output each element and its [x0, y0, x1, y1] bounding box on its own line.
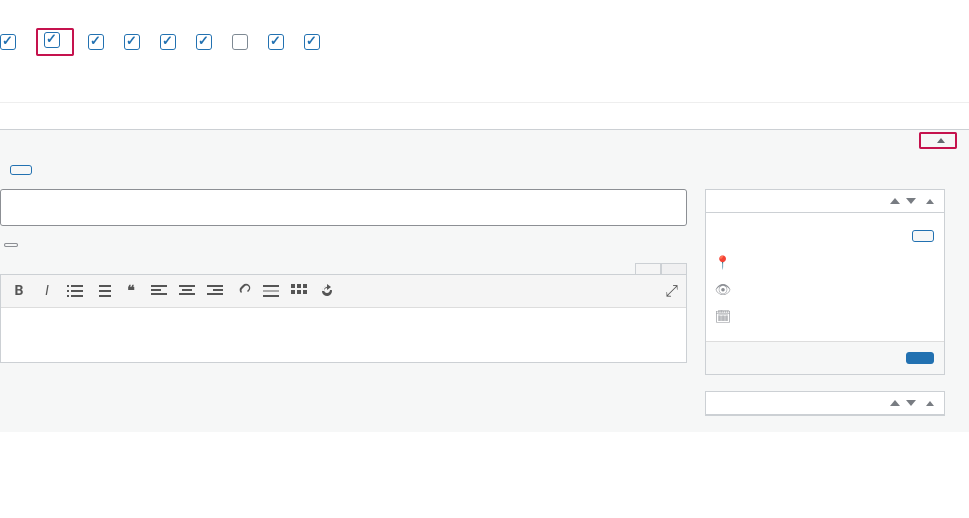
visibility-row: 👁 — [716, 277, 934, 304]
sidebar: 📍 👁 🗓 — [705, 189, 945, 432]
edit-slug-button[interactable] — [4, 243, 18, 247]
publish-metabox: 📍 👁 🗓 — [705, 189, 945, 375]
fullscreen-icon[interactable]: ⤢ — [665, 281, 678, 301]
align-center-icon[interactable] — [177, 281, 197, 301]
quote-icon[interactable]: ❝ — [121, 281, 141, 301]
checkbox-excerpt[interactable] — [124, 34, 146, 50]
align-right-icon[interactable] — [205, 281, 225, 301]
checkbox-input[interactable] — [44, 32, 60, 48]
screen-options-tab[interactable] — [919, 132, 957, 149]
checkbox-input[interactable] — [88, 34, 104, 50]
checkbox-featured-image[interactable] — [88, 34, 110, 50]
editor-toolbar: B I ❝ ⤢ — [1, 275, 686, 308]
screen-options-checkboxes — [0, 22, 969, 70]
categories-header[interactable] — [706, 392, 944, 415]
eye-icon: 👁 — [716, 283, 730, 298]
toggle-icon[interactable] — [926, 401, 934, 406]
preview-changes-button[interactable] — [912, 230, 934, 242]
checkbox-input[interactable] — [232, 34, 248, 50]
status-row: 📍 — [716, 250, 934, 277]
layout-section-text — [0, 70, 969, 98]
screen-options-description — [0, 0, 969, 22]
permalink-row — [0, 226, 687, 263]
checkbox-discussion[interactable] — [160, 34, 182, 50]
post-title-input[interactable] — [0, 189, 687, 226]
update-button[interactable] — [906, 352, 934, 364]
checkbox-post-attributes[interactable] — [0, 34, 22, 50]
additional-settings-text — [0, 107, 969, 129]
checkbox-slug[interactable] — [232, 34, 254, 50]
checkbox-portfolio-settings[interactable] — [304, 34, 326, 50]
move-up-icon[interactable] — [890, 198, 900, 204]
main-content: B I ❝ ⤢ — [0, 189, 687, 432]
italic-icon[interactable]: I — [37, 281, 57, 301]
numbered-list-icon[interactable] — [93, 281, 113, 301]
publish-header[interactable] — [706, 190, 944, 213]
checkbox-input[interactable] — [304, 34, 320, 50]
checkbox-input[interactable] — [124, 34, 140, 50]
checkbox-author[interactable] — [268, 34, 290, 50]
editor-body[interactable] — [1, 308, 686, 362]
published-row: 🗓 — [716, 304, 934, 331]
checkbox-input[interactable] — [268, 34, 284, 50]
bold-icon[interactable]: B — [9, 281, 29, 301]
move-down-icon[interactable] — [906, 400, 916, 406]
refresh-icon[interactable] — [317, 281, 337, 301]
link-icon[interactable] — [233, 281, 253, 301]
bullet-list-icon[interactable] — [65, 281, 85, 301]
calendar-icon: 🗓 — [716, 310, 730, 325]
editor-box: B I ❝ ⤢ — [0, 274, 687, 363]
toggle-icon[interactable] — [926, 199, 934, 204]
tab-text[interactable] — [661, 263, 687, 274]
divider — [0, 102, 969, 103]
chevron-up-icon — [937, 138, 945, 143]
move-down-icon[interactable] — [906, 198, 916, 204]
checkbox-portfolio-item-classes[interactable] — [44, 32, 66, 48]
add-new-button[interactable] — [10, 165, 32, 175]
checkbox-input[interactable] — [160, 34, 176, 50]
tab-visual[interactable] — [635, 263, 661, 274]
align-left-icon[interactable] — [149, 281, 169, 301]
highlighted-checkbox-wrapper — [36, 28, 74, 56]
screen-options-bar — [0, 129, 969, 163]
categories-metabox — [705, 391, 945, 416]
checkbox-input[interactable] — [0, 34, 16, 50]
pin-icon: 📍 — [716, 256, 730, 271]
move-up-icon[interactable] — [890, 400, 900, 406]
toolbar-toggle-icon[interactable] — [289, 281, 309, 301]
editor-tabs — [0, 263, 687, 274]
checkbox-input[interactable] — [196, 34, 212, 50]
checkbox-comments[interactable] — [196, 34, 218, 50]
page-title-row — [0, 163, 957, 189]
read-more-icon[interactable] — [261, 281, 281, 301]
